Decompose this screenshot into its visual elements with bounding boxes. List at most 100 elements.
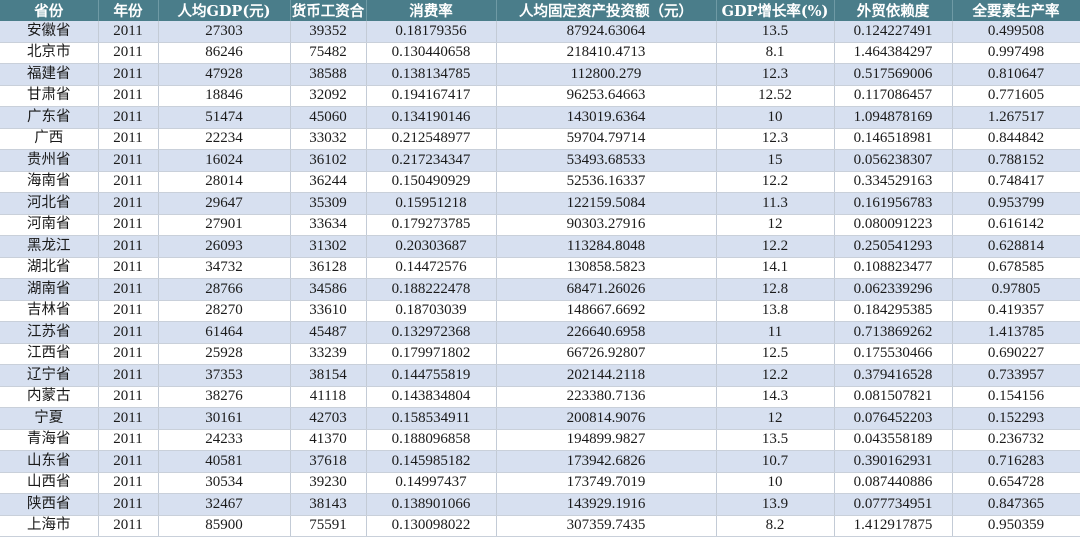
cell-year[interactable]: 2011 [98, 214, 159, 236]
cell-consumption-rate[interactable]: 0.18703039 [366, 300, 497, 322]
cell-trade-dependence[interactable]: 0.077734951 [834, 493, 953, 516]
cell-trade-dependence[interactable]: 0.062339296 [834, 278, 953, 301]
cell-trade-dependence[interactable]: 0.250541293 [834, 235, 953, 258]
cell-tfp[interactable]: 1.267517 [952, 106, 1080, 129]
cell-consumption-rate[interactable]: 0.145985182 [366, 450, 497, 473]
cell-gdp-growth-rate[interactable]: 12.2 [716, 171, 835, 193]
column-header-fixed-investment-per-capita[interactable]: 人均固定资产投资额（元） [496, 0, 717, 21]
cell-fixed-investment-per-capita[interactable]: 194899.9827 [496, 429, 717, 451]
cell-province[interactable]: 湖南省 [0, 278, 99, 301]
cell-gdp-per-capita[interactable]: 27303 [158, 21, 291, 43]
cell-tfp[interactable]: 0.678585 [952, 257, 1080, 279]
cell-province[interactable]: 辽宁省 [0, 364, 99, 387]
cell-gdp-growth-rate[interactable]: 12.3 [716, 63, 835, 86]
cell-gdp-growth-rate[interactable]: 14.3 [716, 386, 835, 408]
cell-wage-total[interactable]: 34586 [290, 278, 367, 301]
cell-wage-total[interactable]: 42703 [290, 407, 367, 430]
cell-wage-total[interactable]: 36102 [290, 149, 367, 172]
cell-fixed-investment-per-capita[interactable]: 96253.64663 [496, 85, 717, 107]
cell-year[interactable]: 2011 [98, 235, 159, 258]
cell-consumption-rate[interactable]: 0.179971802 [366, 343, 497, 365]
cell-wage-total[interactable]: 38154 [290, 364, 367, 387]
cell-consumption-rate[interactable]: 0.217234347 [366, 149, 497, 172]
cell-wage-total[interactable]: 33610 [290, 300, 367, 322]
cell-wage-total[interactable]: 33239 [290, 343, 367, 365]
cell-consumption-rate[interactable]: 0.158534911 [366, 407, 497, 430]
cell-gdp-growth-rate[interactable]: 12.8 [716, 278, 835, 301]
cell-tfp[interactable]: 0.236732 [952, 429, 1080, 451]
cell-gdp-growth-rate[interactable]: 13.8 [716, 300, 835, 322]
cell-gdp-per-capita[interactable]: 27901 [158, 214, 291, 236]
cell-trade-dependence[interactable]: 0.161956783 [834, 192, 953, 215]
cell-gdp-growth-rate[interactable]: 8.1 [716, 42, 835, 64]
cell-tfp[interactable]: 0.628814 [952, 235, 1080, 258]
cell-wage-total[interactable]: 33032 [290, 128, 367, 150]
cell-year[interactable]: 2011 [98, 429, 159, 451]
cell-consumption-rate[interactable]: 0.150490929 [366, 171, 497, 193]
cell-wage-total[interactable]: 31302 [290, 235, 367, 258]
cell-fixed-investment-per-capita[interactable]: 307359.7435 [496, 515, 717, 537]
cell-trade-dependence[interactable]: 0.175530466 [834, 343, 953, 365]
cell-tfp[interactable]: 0.950359 [952, 515, 1080, 537]
cell-year[interactable]: 2011 [98, 407, 159, 430]
cell-province[interactable]: 安徽省 [0, 21, 99, 43]
cell-wage-total[interactable]: 41118 [290, 386, 367, 408]
cell-fixed-investment-per-capita[interactable]: 223380.7136 [496, 386, 717, 408]
cell-tfp[interactable]: 1.413785 [952, 321, 1080, 344]
cell-consumption-rate[interactable]: 0.14997437 [366, 472, 497, 494]
cell-trade-dependence[interactable]: 0.334529163 [834, 171, 953, 193]
cell-wage-total[interactable]: 33634 [290, 214, 367, 236]
cell-fixed-investment-per-capita[interactable]: 130858.5823 [496, 257, 717, 279]
cell-tfp[interactable]: 0.154156 [952, 386, 1080, 408]
column-header-province[interactable]: 省份 [0, 0, 99, 21]
cell-gdp-per-capita[interactable]: 40581 [158, 450, 291, 473]
cell-year[interactable]: 2011 [98, 386, 159, 408]
cell-fixed-investment-per-capita[interactable]: 173942.6826 [496, 450, 717, 473]
cell-province[interactable]: 江苏省 [0, 321, 99, 344]
cell-province[interactable]: 江西省 [0, 343, 99, 365]
cell-trade-dependence[interactable]: 1.412917875 [834, 515, 953, 537]
cell-fixed-investment-per-capita[interactable]: 122159.5084 [496, 192, 717, 215]
cell-wage-total[interactable]: 39230 [290, 472, 367, 494]
cell-year[interactable]: 2011 [98, 515, 159, 537]
cell-fixed-investment-per-capita[interactable]: 173749.7019 [496, 472, 717, 494]
cell-consumption-rate[interactable]: 0.188222478 [366, 278, 497, 301]
cell-province[interactable]: 湖北省 [0, 257, 99, 279]
cell-consumption-rate[interactable]: 0.134190146 [366, 106, 497, 129]
cell-trade-dependence[interactable]: 0.517569006 [834, 63, 953, 86]
column-header-consumption-rate[interactable]: 消费率 [366, 0, 497, 21]
cell-gdp-per-capita[interactable]: 25928 [158, 343, 291, 365]
cell-gdp-per-capita[interactable]: 22234 [158, 128, 291, 150]
cell-consumption-rate[interactable]: 0.188096858 [366, 429, 497, 451]
cell-gdp-per-capita[interactable]: 28014 [158, 171, 291, 193]
column-header-gdp-per-capita[interactable]: 人均GDP(元) [158, 0, 291, 21]
cell-trade-dependence[interactable]: 0.124227491 [834, 21, 953, 43]
cell-trade-dependence[interactable]: 0.043558189 [834, 429, 953, 451]
cell-province[interactable]: 陕西省 [0, 493, 99, 516]
cell-trade-dependence[interactable]: 1.094878169 [834, 106, 953, 129]
cell-gdp-growth-rate[interactable]: 13.5 [716, 429, 835, 451]
cell-wage-total[interactable]: 38588 [290, 63, 367, 86]
cell-trade-dependence[interactable]: 1.464384297 [834, 42, 953, 64]
cell-wage-total[interactable]: 38143 [290, 493, 367, 516]
cell-consumption-rate[interactable]: 0.143834804 [366, 386, 497, 408]
cell-gdp-per-capita[interactable]: 51474 [158, 106, 291, 129]
cell-gdp-per-capita[interactable]: 24233 [158, 429, 291, 451]
cell-trade-dependence[interactable]: 0.056238307 [834, 149, 953, 172]
cell-province[interactable]: 山西省 [0, 472, 99, 494]
cell-gdp-growth-rate[interactable]: 11.3 [716, 192, 835, 215]
cell-tfp[interactable]: 0.654728 [952, 472, 1080, 494]
cell-year[interactable]: 2011 [98, 192, 159, 215]
cell-trade-dependence[interactable]: 0.713869262 [834, 321, 953, 344]
cell-gdp-per-capita[interactable]: 26093 [158, 235, 291, 258]
cell-wage-total[interactable]: 41370 [290, 429, 367, 451]
cell-gdp-growth-rate[interactable]: 11 [716, 321, 835, 344]
cell-gdp-per-capita[interactable]: 47928 [158, 63, 291, 86]
cell-fixed-investment-per-capita[interactable]: 90303.27916 [496, 214, 717, 236]
cell-gdp-per-capita[interactable]: 30161 [158, 407, 291, 430]
cell-wage-total[interactable]: 35309 [290, 192, 367, 215]
cell-gdp-per-capita[interactable]: 28270 [158, 300, 291, 322]
cell-gdp-growth-rate[interactable]: 12.52 [716, 85, 835, 107]
cell-consumption-rate[interactable]: 0.194167417 [366, 85, 497, 107]
cell-tfp[interactable]: 0.97805 [952, 278, 1080, 301]
